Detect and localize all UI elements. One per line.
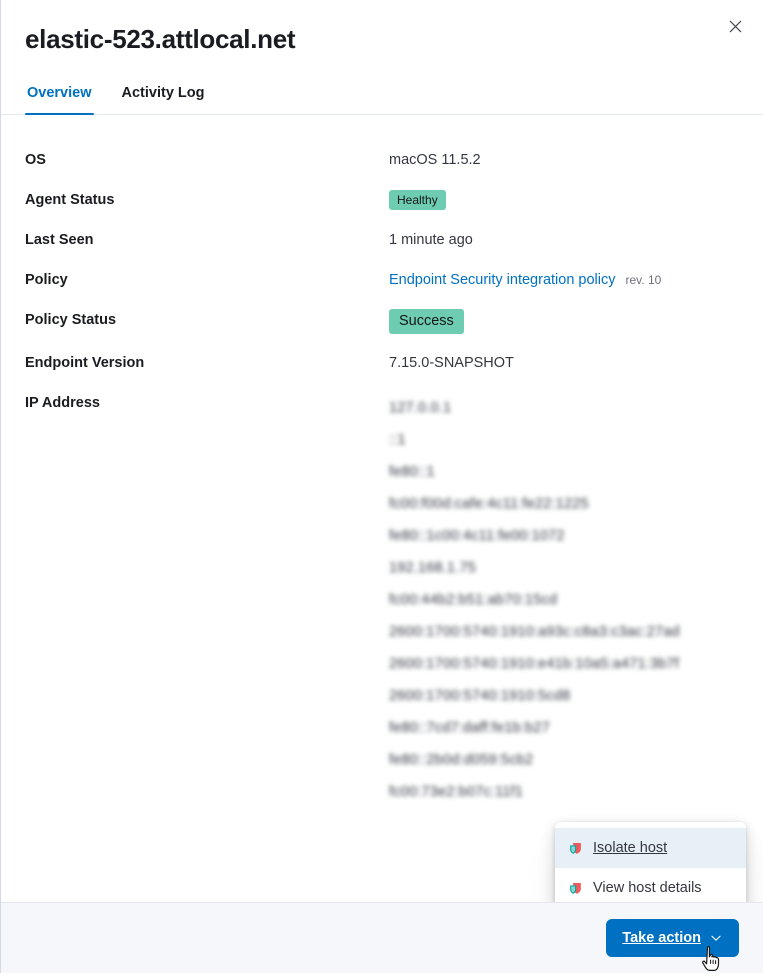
ip-address-item: 2600:1700:5740:1910:e41b:10a5:a471:3b7f (389, 648, 739, 680)
ip-address-list: 127.0.0.1::1fe80::1fc00:f00d:cafe:4c11:f… (389, 392, 739, 808)
detail-row-policy: Policy Endpoint Security integration pol… (25, 269, 739, 291)
value-policy: Endpoint Security integration policy rev.… (389, 269, 739, 291)
label-ip-address: IP Address (25, 392, 389, 414)
ip-address-item: 127.0.0.1 (389, 392, 739, 424)
take-action-popover: Isolate host View host details (555, 822, 746, 902)
label-agent-status: Agent Status (25, 189, 389, 211)
label-os: OS (25, 149, 389, 171)
detail-row-os: OS macOS 11.5.2 (25, 149, 739, 171)
value-os: macOS 11.5.2 (389, 149, 739, 171)
ip-address-item: 192.168.1.75 (389, 552, 739, 584)
ip-address-item: fe80::1c00:4c11:fe00:1072 (389, 520, 739, 552)
detail-row-policy-status: Policy Status Success (25, 309, 739, 334)
close-icon-button[interactable] (719, 10, 751, 42)
page-title: elastic-523.attlocal.net (25, 22, 739, 56)
tab-overview[interactable]: Overview (25, 80, 94, 114)
menu-item-label: View host details (593, 878, 702, 898)
tab-bar: Overview Activity Log (1, 80, 763, 115)
tab-activity-log[interactable]: Activity Log (120, 80, 207, 114)
elastic-shield-icon (567, 880, 583, 896)
ip-address-item: ::1 (389, 424, 739, 456)
take-action-button[interactable]: Take action (606, 919, 739, 957)
label-policy: Policy (25, 269, 389, 291)
elastic-shield-icon (567, 840, 583, 856)
ip-address-item: fc00:73e2:b07c:11f1 (389, 776, 739, 808)
policy-revision: rev. 10 (626, 273, 662, 287)
agent-status-badge: Healthy (389, 190, 446, 210)
flyout-header: elastic-523.attlocal.net Overview Activi… (1, 0, 763, 115)
ip-address-item: fe80::2b0d:d059:5cb2 (389, 744, 739, 776)
host-details-flyout: elastic-523.attlocal.net Overview Activi… (0, 0, 763, 973)
detail-row-ip-address: IP Address 127.0.0.1::1fe80::1fc00:f00d:… (25, 392, 739, 808)
label-last-seen: Last Seen (25, 229, 389, 251)
policy-status-badge: Success (389, 309, 464, 334)
action-menu-list: Isolate host View host details (555, 822, 746, 902)
menu-item-view-host-details[interactable]: View host details (555, 868, 746, 902)
label-policy-status: Policy Status (25, 309, 389, 331)
value-agent-status: Healthy (389, 189, 739, 211)
menu-item-label: Isolate host (593, 838, 667, 858)
ip-address-item: fc00:44b2:b51:ab70:15cd (389, 584, 739, 616)
ip-address-item: 2600:1700:5740:1910:a93c:c8a3:c3ac:27ad (389, 616, 739, 648)
policy-link[interactable]: Endpoint Security integration policy (389, 272, 616, 288)
ip-address-item: 2600:1700:5740:1910:5cd8 (389, 680, 739, 712)
ip-address-item: fe80::1 (389, 456, 739, 488)
label-endpoint-version: Endpoint Version (25, 352, 389, 374)
close-icon (728, 19, 743, 34)
value-ip-address: 127.0.0.1::1fe80::1fc00:f00d:cafe:4c11:f… (389, 392, 739, 808)
flyout-footer: Take action (1, 902, 763, 973)
ip-address-item: fe80::7cd7:daff:fe1b:b27 (389, 712, 739, 744)
detail-row-endpoint-version: Endpoint Version 7.15.0-SNAPSHOT (25, 352, 739, 374)
detail-row-agent-status: Agent Status Healthy (25, 189, 739, 211)
value-policy-status: Success (389, 309, 739, 334)
value-endpoint-version: 7.15.0-SNAPSHOT (389, 352, 739, 374)
ip-address-item: fc00:f00d:cafe:4c11:fe22:1225 (389, 488, 739, 520)
flyout-body: OS macOS 11.5.2 Agent Status Healthy Las… (1, 115, 763, 902)
menu-item-isolate-host[interactable]: Isolate host (555, 828, 746, 868)
value-last-seen: 1 minute ago (389, 229, 739, 251)
chevron-down-icon (709, 931, 723, 945)
take-action-label: Take action (622, 930, 701, 946)
detail-row-last-seen: Last Seen 1 minute ago (25, 229, 739, 251)
